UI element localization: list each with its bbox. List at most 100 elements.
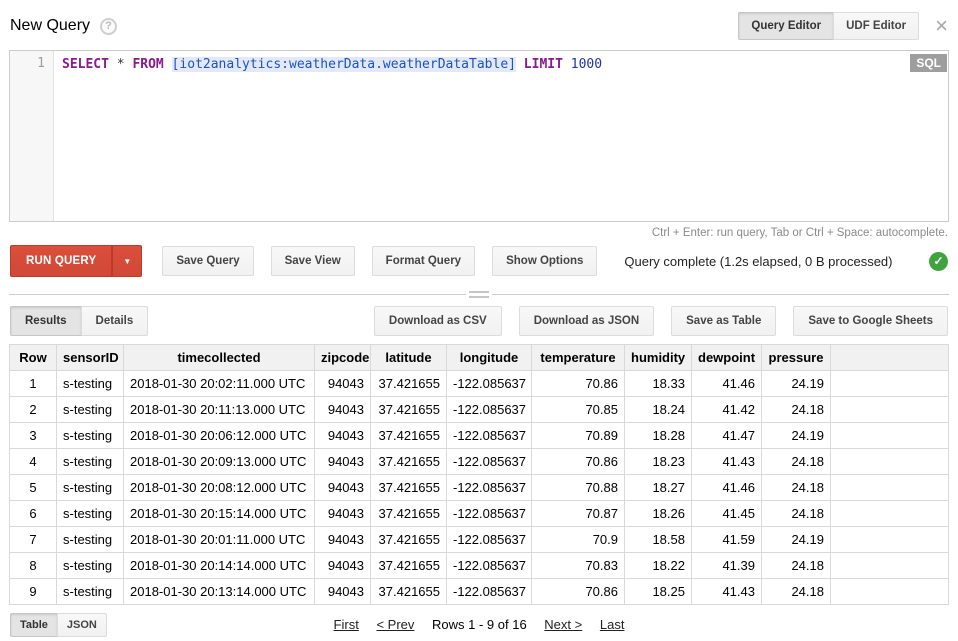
table-cell: 2018-01-30 20:09:13.000 UTC — [124, 449, 315, 475]
table-cell: 70.86 — [532, 449, 625, 475]
table-cell: 8 — [10, 553, 57, 579]
table-cell: 41.39 — [692, 553, 762, 579]
table-cell: 37.421655 — [371, 423, 447, 449]
editor-results-splitter[interactable] — [9, 289, 949, 300]
sql-keyword: FROM — [132, 57, 171, 72]
pagination-range-text: Rows 1 - 9 of 16 — [432, 617, 527, 632]
results-footer: Table JSON First < Prev Rows 1 - 9 of 16… — [9, 613, 949, 641]
table-cell: 18.26 — [625, 501, 692, 527]
table-row: 2s-testing2018-01-30 20:11:13.000 UTC940… — [10, 397, 949, 423]
query-editor[interactable]: 1 SELECT * FROM [iot2analytics:weatherDa… — [9, 50, 949, 222]
table-cell: 2018-01-30 20:08:12.000 UTC — [124, 475, 315, 501]
table-cell: 2018-01-30 20:14:14.000 UTC — [124, 553, 315, 579]
table-cell — [831, 397, 949, 423]
table-cell — [831, 553, 949, 579]
sql-badge: SQL — [910, 54, 947, 72]
tab-results[interactable]: Results — [10, 306, 82, 336]
sql-code-area[interactable]: SELECT * FROM [iot2analytics:weatherData… — [54, 51, 948, 221]
table-cell: 70.85 — [532, 397, 625, 423]
table-cell: s-testing — [57, 371, 124, 397]
table-cell — [831, 527, 949, 553]
chevron-down-icon: ▼ — [123, 257, 131, 266]
table-cell: 94043 — [315, 397, 371, 423]
pagination-first-link[interactable]: First — [334, 617, 359, 632]
pagination-next-link[interactable]: Next > — [544, 617, 582, 632]
results-bar: Results Details Download as CSV Download… — [10, 306, 948, 336]
editor-mode-tabs: Query Editor UDF Editor — [738, 12, 919, 40]
table-cell: 94043 — [315, 475, 371, 501]
table-cell: s-testing — [57, 579, 124, 605]
download-csv-button[interactable]: Download as CSV — [374, 306, 502, 336]
table-cell: 37.421655 — [371, 579, 447, 605]
table-cell: -122.085637 — [447, 449, 532, 475]
table-row: 7s-testing2018-01-30 20:01:11.000 UTC940… — [10, 527, 949, 553]
results-table: RowsensorIDtimecollectedzipcodelatitudel… — [9, 344, 949, 605]
pagination: First < Prev Rows 1 - 9 of 16 Next > Las… — [9, 617, 949, 632]
save-to-sheets-button[interactable]: Save to Google Sheets — [793, 306, 948, 336]
table-cell — [831, 423, 949, 449]
run-query-dropdown[interactable]: ▼ — [112, 245, 142, 277]
results-actions: Download as CSV Download as JSON Save as… — [374, 306, 948, 336]
table-cell: 70.86 — [532, 579, 625, 605]
table-cell: 5 — [10, 475, 57, 501]
query-toolbar: RUN QUERY ▼ Save Query Save View Format … — [10, 245, 948, 277]
table-cell: 37.421655 — [371, 397, 447, 423]
run-query-button[interactable]: RUN QUERY — [10, 245, 112, 277]
sql-star: * — [109, 57, 132, 72]
help-icon[interactable]: ? — [100, 18, 117, 35]
pagination-last-link[interactable]: Last — [600, 617, 625, 632]
table-cell: 2018-01-30 20:13:14.000 UTC — [124, 579, 315, 605]
table-cell: 94043 — [315, 449, 371, 475]
column-header: zipcode — [315, 345, 371, 371]
table-cell: -122.085637 — [447, 397, 532, 423]
table-cell: s-testing — [57, 397, 124, 423]
top-header: New Query ? Query Editor UDF Editor × — [10, 12, 948, 40]
table-cell: -122.085637 — [447, 423, 532, 449]
close-icon[interactable]: × — [935, 18, 948, 34]
table-cell — [831, 371, 949, 397]
save-as-table-button[interactable]: Save as Table — [671, 306, 776, 336]
table-cell: 24.19 — [762, 423, 831, 449]
table-cell: 94043 — [315, 501, 371, 527]
table-cell — [831, 501, 949, 527]
table-cell: 70.89 — [532, 423, 625, 449]
tab-query-editor[interactable]: Query Editor — [738, 12, 834, 40]
tab-udf-editor[interactable]: UDF Editor — [833, 12, 919, 40]
format-query-button[interactable]: Format Query — [372, 246, 475, 276]
table-cell: 24.18 — [762, 449, 831, 475]
table-cell: 18.25 — [625, 579, 692, 605]
download-json-button[interactable]: Download as JSON — [519, 306, 654, 336]
show-options-button[interactable]: Show Options — [492, 246, 597, 276]
table-cell: 70.88 — [532, 475, 625, 501]
table-cell: -122.085637 — [447, 371, 532, 397]
tab-details[interactable]: Details — [81, 306, 149, 336]
table-cell: 41.46 — [692, 371, 762, 397]
save-query-button[interactable]: Save Query — [162, 246, 253, 276]
table-cell: 24.18 — [762, 475, 831, 501]
table-cell: 94043 — [315, 527, 371, 553]
table-cell: 24.18 — [762, 397, 831, 423]
table-cell: 24.19 — [762, 527, 831, 553]
table-cell: 94043 — [315, 553, 371, 579]
table-cell: 2 — [10, 397, 57, 423]
table-cell: 2018-01-30 20:11:13.000 UTC — [124, 397, 315, 423]
sql-table-ref: [iot2analytics:weatherData.weatherDataTa… — [172, 57, 516, 72]
pagination-prev-link[interactable]: < Prev — [376, 617, 414, 632]
run-query-group: RUN QUERY ▼ — [10, 245, 142, 277]
table-cell: s-testing — [57, 527, 124, 553]
table-row: 6s-testing2018-01-30 20:15:14.000 UTC940… — [10, 501, 949, 527]
success-check-icon[interactable]: ✓ — [929, 252, 948, 271]
column-header: pressure — [762, 345, 831, 371]
column-header: longitude — [447, 345, 532, 371]
column-header: Row — [10, 345, 57, 371]
table-cell: 70.87 — [532, 501, 625, 527]
table-cell: 24.18 — [762, 501, 831, 527]
check-glyph: ✓ — [933, 254, 943, 268]
table-row: 5s-testing2018-01-30 20:08:12.000 UTC940… — [10, 475, 949, 501]
results-table-header-row: RowsensorIDtimecollectedzipcodelatitudel… — [10, 345, 949, 371]
table-cell: 18.28 — [625, 423, 692, 449]
table-cell: s-testing — [57, 553, 124, 579]
table-cell: 37.421655 — [371, 527, 447, 553]
save-view-button[interactable]: Save View — [271, 246, 355, 276]
splitter-grip-handle[interactable] — [466, 289, 492, 300]
